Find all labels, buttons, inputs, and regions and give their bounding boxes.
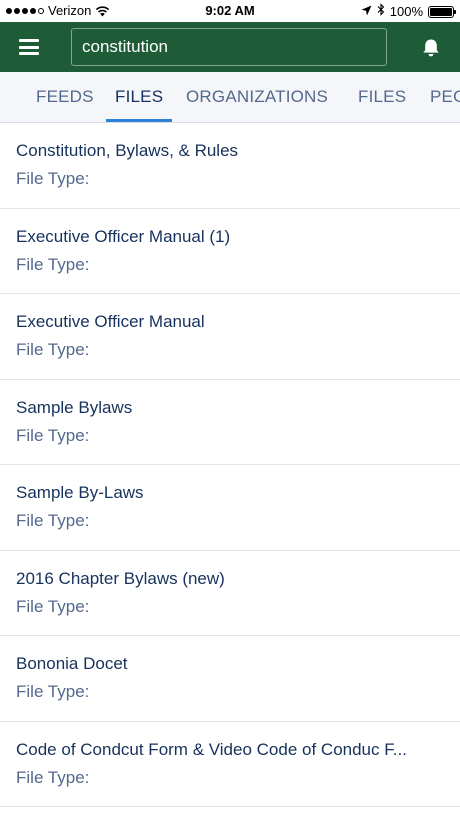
item-title: 2016 Chapter Bylaws (new) xyxy=(16,568,225,588)
tab-people[interactable]: PEO xyxy=(430,72,460,122)
hamburger-menu-icon[interactable] xyxy=(19,39,39,55)
location-arrow-icon xyxy=(361,4,372,20)
item-title: Code of Condcut Form & Video Code of Con… xyxy=(16,739,407,759)
item-title: Executive Officer Manual xyxy=(16,312,205,331)
tab-files-2[interactable]: FILES xyxy=(358,72,406,122)
status-right: 100% xyxy=(361,3,456,20)
battery-percent: 100% xyxy=(389,3,423,19)
battery-icon xyxy=(428,5,456,18)
list-item[interactable]: Sample By-Laws File Type: xyxy=(0,465,460,551)
item-file-type: File Type: xyxy=(16,511,90,530)
list-item[interactable]: Bononia Docet File Type: xyxy=(0,636,460,722)
item-title: Sample By-Laws xyxy=(16,483,144,502)
tab-files[interactable]: FILES xyxy=(105,72,173,122)
item-file-type: File Type: xyxy=(16,425,90,445)
list-item[interactable]: Constitution, Bylaws, & Rules File Type: xyxy=(0,123,460,209)
item-title: Executive Officer Manual (1) xyxy=(16,226,231,246)
menu-line xyxy=(19,39,39,42)
item-title: Constitution, Bylaws, & Rules xyxy=(16,141,239,160)
item-title: Bononia Docet xyxy=(16,654,128,673)
bluetooth-icon xyxy=(377,3,385,20)
list-item[interactable]: Code of Condcut Form & Video Code of Con… xyxy=(0,722,460,807)
item-file-type: File Type: xyxy=(16,596,90,616)
search-input[interactable] xyxy=(71,28,387,66)
status-bar: Verizon 9:02 AM 100% xyxy=(0,0,460,22)
list-item[interactable]: Executive Officer Manual File Type: xyxy=(0,294,460,380)
list-item[interactable]: Sample Bylaws File Type: xyxy=(0,380,460,465)
list-item[interactable]: 2016 Chapter Bylaws (new) File Type: xyxy=(0,551,460,636)
tab-feeds[interactable]: FEEDS xyxy=(36,72,94,122)
bell-icon[interactable] xyxy=(420,37,442,59)
tab-bar: FEEDS FILES ORGANIZATIONS FILES PEO xyxy=(0,72,460,123)
menu-line xyxy=(19,45,39,49)
list-item[interactable]: Executive Officer Manual (1) File Type: xyxy=(0,209,460,294)
item-file-type: File Type: xyxy=(16,767,90,787)
app-header xyxy=(0,22,460,72)
menu-line xyxy=(19,52,39,55)
results-list: Constitution, Bylaws, & Rules File Type:… xyxy=(0,123,460,807)
tab-organizations[interactable]: ORGANIZATIONS xyxy=(186,72,328,122)
item-title: Sample Bylaws xyxy=(16,397,133,417)
item-file-type: File Type: xyxy=(16,169,90,188)
item-file-type: File Type: xyxy=(16,340,90,359)
item-file-type: File Type: xyxy=(16,682,90,701)
battery-level xyxy=(430,7,452,16)
item-file-type: File Type: xyxy=(16,254,90,274)
